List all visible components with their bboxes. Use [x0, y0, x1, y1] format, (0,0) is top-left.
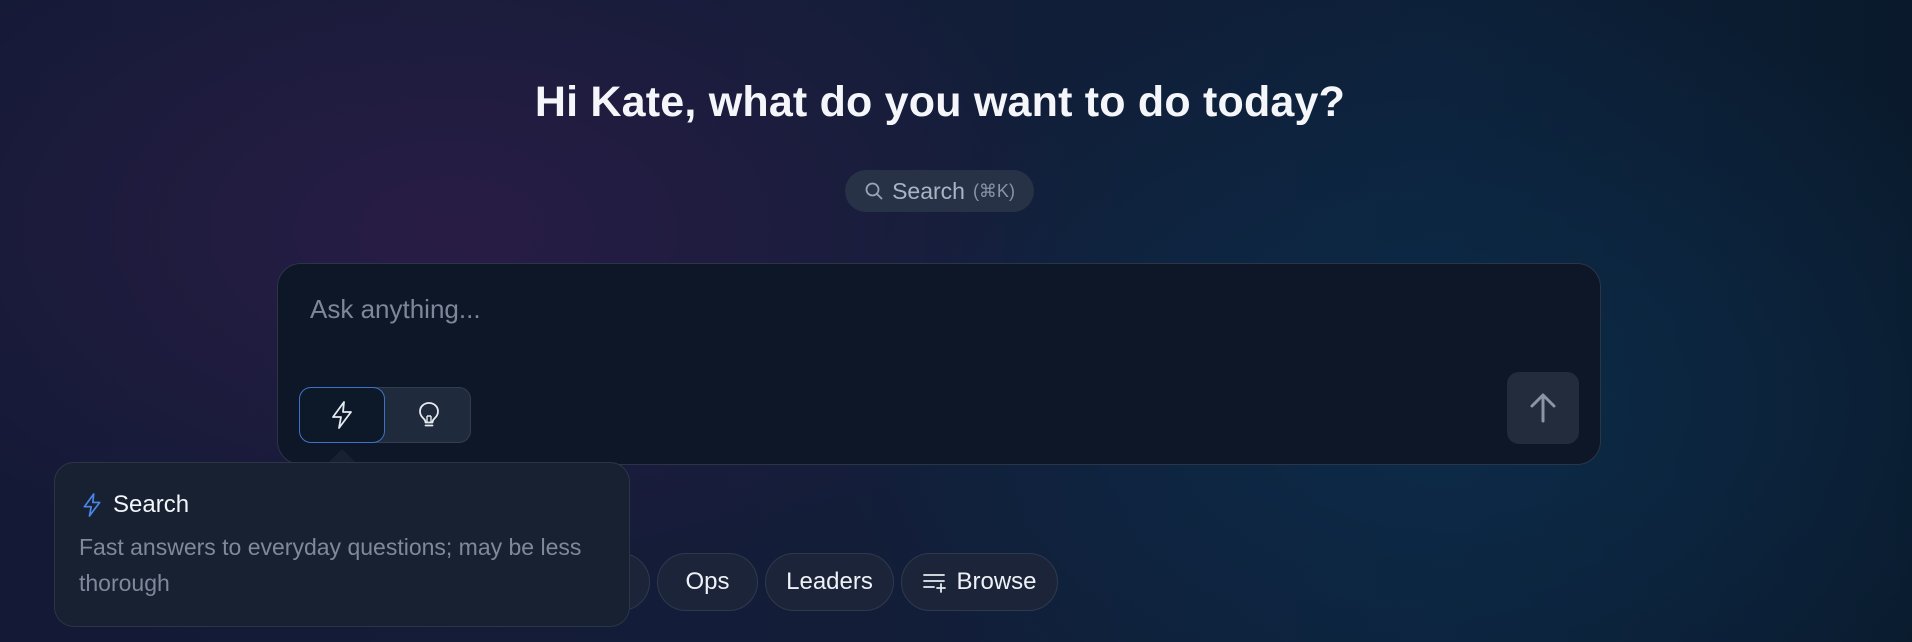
list-add-icon	[922, 570, 948, 594]
chip-leaders[interactable]: Leaders	[765, 553, 894, 611]
lightning-icon	[81, 492, 103, 518]
composer	[277, 263, 1601, 465]
mode-toggle	[299, 387, 471, 443]
tooltip-description: Fast answers to everyday questions; may …	[79, 534, 582, 596]
lightbulb-icon	[416, 400, 442, 430]
search-button[interactable]: Search (⌘K)	[845, 170, 1034, 212]
chip-ops[interactable]: Ops	[657, 553, 758, 611]
tooltip-header: Search	[81, 491, 189, 519]
chip-label: Browse	[956, 568, 1037, 595]
search-label: Search	[892, 177, 965, 204]
think-mode-button[interactable]	[386, 387, 472, 443]
send-button[interactable]	[1507, 372, 1579, 444]
tooltip-arrow	[328, 449, 356, 463]
tooltip-title: Search	[113, 491, 190, 518]
chip-browse[interactable]: Browse	[901, 553, 1058, 611]
search-icon	[864, 181, 884, 201]
chip-label: Ops	[685, 568, 730, 595]
mode-tooltip: Search Fast answers to everyday question…	[54, 462, 630, 627]
search-shortcut: (⌘K)	[972, 180, 1015, 201]
search-mode-button[interactable]	[299, 387, 385, 443]
page-greeting: Hi Kate, what do you want to do today?	[534, 78, 1346, 126]
lightning-icon	[329, 400, 355, 430]
ask-input[interactable]	[310, 288, 1510, 330]
arrow-up-icon	[1527, 391, 1559, 425]
chip-label: Leaders	[786, 568, 873, 595]
